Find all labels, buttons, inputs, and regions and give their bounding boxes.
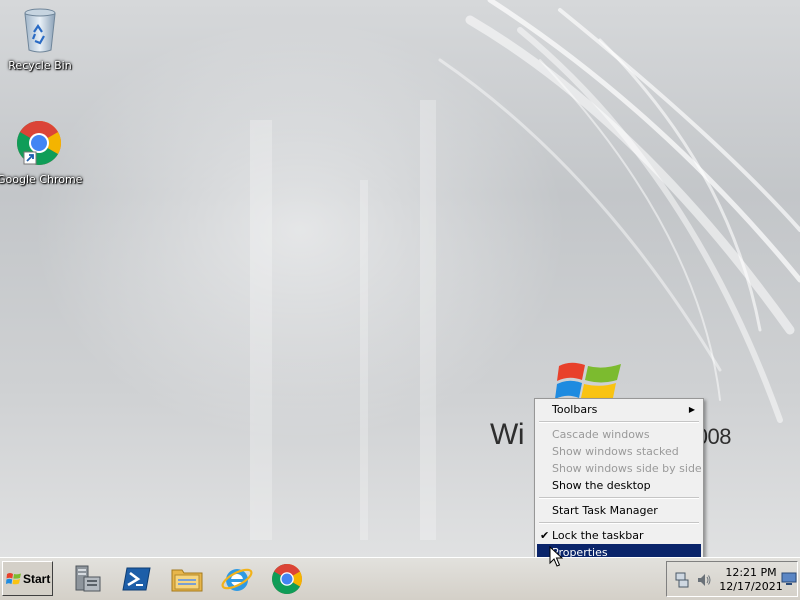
taskbar[interactable]: Start 12:21 PM 12/17/2021 (0, 557, 800, 600)
internet-explorer-icon (221, 568, 253, 591)
taskbar-powershell[interactable] (120, 562, 154, 596)
menu-item-show-windows-side-by-side: Show windows side by side (552, 462, 702, 475)
submenu-arrow-icon: ▶ (688, 405, 695, 414)
powershell-icon (122, 567, 151, 591)
taskbar-server-manager[interactable] (70, 562, 104, 596)
clock-date: 12/17/2021 (719, 580, 783, 593)
network-icon[interactable] (674, 572, 690, 588)
start-button[interactable]: Start (2, 561, 53, 596)
menu-item-show-windows-stacked: Show windows stacked (552, 445, 679, 458)
windows-logo-icon (555, 362, 621, 401)
menu-separator (539, 522, 699, 524)
taskbar-internet-explorer[interactable] (220, 562, 254, 596)
menu-item-cascade-windows: Cascade windows (552, 428, 650, 441)
show-desktop-icon[interactable] (781, 572, 797, 586)
menu-item-start-task-manager[interactable]: Start Task Manager (537, 502, 701, 519)
menu-separator (539, 497, 699, 499)
menu-item-show-the-desktop[interactable]: Show the desktop (537, 477, 701, 494)
checkmark-icon: ✔ (540, 529, 550, 542)
volume-icon[interactable] (696, 572, 712, 588)
taskbar-context-menu: Toolbars ▶ Cascade windows Show windows … (534, 398, 704, 566)
system-clock[interactable]: 12:21 PM 12/17/2021 (719, 566, 783, 594)
start-label: Start (23, 572, 51, 586)
windows-logo-icon (6, 573, 21, 585)
menu-item-toolbars[interactable]: Toolbars ▶ (537, 401, 701, 418)
server-manager-icon (75, 565, 101, 592)
taskbar-file-explorer[interactable] (170, 562, 204, 596)
notification-area: 12:21 PM 12/17/2021 (666, 561, 798, 597)
clock-time: 12:21 PM (725, 566, 777, 579)
mouse-cursor-icon (549, 546, 563, 567)
file-explorer-icon (171, 569, 203, 592)
menu-item-lock-the-taskbar[interactable]: ✔ Lock the taskbar (537, 527, 701, 544)
taskbar-google-chrome[interactable] (270, 562, 304, 596)
chrome-icon (272, 564, 302, 594)
menu-separator (539, 421, 699, 423)
